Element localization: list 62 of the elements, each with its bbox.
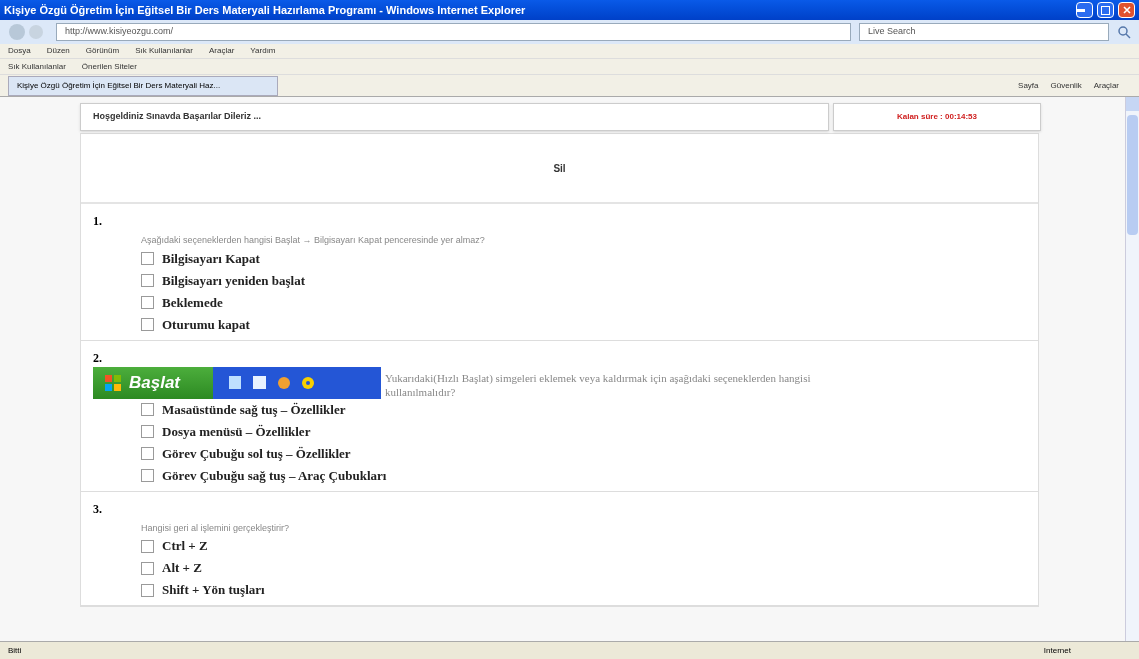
option-label: Alt + Z — [162, 559, 202, 578]
option-label: Oturumu kapat — [162, 315, 250, 334]
maximize-icon — [1101, 5, 1110, 15]
section-heading: Sil — [553, 161, 566, 176]
command-button[interactable]: Sayfa — [1018, 79, 1039, 92]
window-icon — [253, 376, 266, 389]
window-icon — [229, 376, 241, 389]
question-text: Yukarıdaki(Hızlı Başlat) simgeleri eklemek veya kaldırmak için aşağıdaki seçeneklerden hangisi kullanılmalıdır? — [384, 370, 812, 399]
command-button[interactable]: Güvenlik — [1050, 79, 1082, 92]
favorites-link[interactable]: Önerilen Siteler — [81, 60, 137, 73]
security-zone: Internet — [1043, 644, 1071, 657]
windows-logo-icon — [105, 374, 121, 391]
window-title: Kişiye Özgü Öğretim İçin Eğitsel Bir Ders Materyali Hazırlama Programı - Windows Internet Explorer — [4, 2, 527, 18]
menu-item[interactable]: Yardım — [250, 45, 276, 57]
command-button[interactable]: Araçlar — [1093, 79, 1119, 92]
checkbox[interactable] — [141, 318, 154, 331]
checkbox[interactable] — [141, 447, 154, 460]
welcome-banner: Hoşgeldiniz Sınavda Başarılar Dileriz ... — [80, 103, 829, 131]
question-number: 1. — [93, 213, 103, 230]
favorites-link[interactable]: Sık Kullanılanlar — [8, 60, 66, 73]
close-button[interactable] — [1118, 2, 1135, 18]
menu-item[interactable]: Sık Kullanılanlar — [135, 45, 193, 57]
question-text: Hangisi geri al işlemini gerçekleştirir? — [140, 521, 291, 535]
menu-item[interactable]: Düzen — [46, 45, 70, 57]
maximize-button[interactable] — [1097, 2, 1114, 18]
scrollbar[interactable] — [1125, 97, 1139, 641]
minimize-icon — [1077, 8, 1085, 12]
search-field[interactable]: Live Search — [859, 23, 1109, 41]
timer: Kalan süre : 00:14:53 — [833, 103, 1041, 131]
start-label: Başlat — [129, 371, 181, 394]
menu-item[interactable]: Araçlar — [209, 45, 235, 57]
option-label: Bilgisayarı yeniden başlat — [162, 271, 306, 290]
question-text: Aşağıdaki seçeneklerden hangisi Başlat → Bilgisayarı Kapat penceresinde yer almaz? — [140, 234, 486, 247]
option-label: Görev Çubuğu sol tuş – Özellikler — [162, 444, 351, 463]
question-number: 3. — [93, 500, 103, 518]
checkbox[interactable] — [141, 583, 154, 597]
address-field[interactable]: http://www.kisiyeozgu.com/ — [56, 23, 851, 41]
option-label: Ctrl + Z — [162, 537, 208, 556]
menu-item[interactable]: Görünüm — [85, 45, 120, 57]
minimize-button[interactable] — [1076, 2, 1093, 18]
checkbox[interactable] — [141, 274, 154, 287]
option-label: Shift + Yön tuşları — [162, 581, 265, 600]
checkbox[interactable] — [141, 425, 154, 438]
status-text: Bitti — [8, 644, 23, 657]
question-number: 2. — [93, 349, 103, 367]
close-icon — [1122, 6, 1131, 14]
ball-icon — [278, 376, 290, 389]
checkbox[interactable] — [141, 403, 154, 416]
menu-item[interactable]: Dosya — [8, 45, 31, 57]
option-label: Masaüstünde sağ tuş – Özellikler — [162, 400, 346, 419]
option-label: Bilgisayarı Kapat — [162, 249, 260, 268]
search-icon[interactable] — [1117, 25, 1131, 39]
checkbox[interactable] — [141, 561, 154, 575]
checkbox[interactable] — [141, 252, 154, 265]
browser-tab[interactable]: Kişiye Özgü Öğretim İçin Eğitsel Bir Ders Materyali Haz... — [8, 75, 278, 96]
option-label: Dosya menüsü – Özellikler — [162, 422, 311, 441]
option-label: Beklemede — [162, 293, 223, 312]
checkbox[interactable] — [141, 539, 154, 553]
option-label: Görev Çubuğu sağ tuş – Araç Çubukları — [162, 466, 387, 485]
checkbox[interactable] — [141, 296, 154, 309]
gear-icon — [302, 376, 314, 389]
checkbox[interactable] — [141, 469, 154, 482]
